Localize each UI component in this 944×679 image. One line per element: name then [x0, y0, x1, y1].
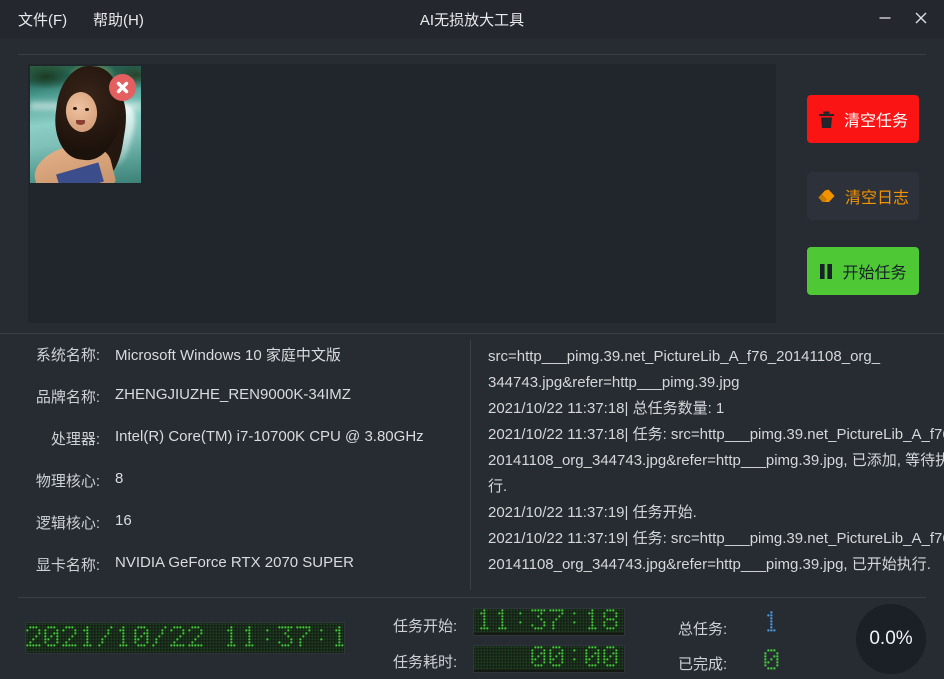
sysinfo-row: 品牌名称: ZHENGJIUZHE_REN9000K-34IMZ — [0, 386, 470, 406]
close-icon — [915, 12, 927, 24]
app-window: 文件(F) 帮助(H) AI无损放大工具 — [0, 0, 944, 679]
sysinfo-row: 逻辑核心: 16 — [0, 512, 470, 532]
clear-log-label: 清空日志 — [845, 184, 909, 208]
task-start-led-display — [473, 608, 625, 636]
clear-log-button[interactable]: 清空日志 — [807, 172, 919, 220]
task-elapsed-label: 任务耗时: — [393, 651, 457, 672]
sysinfo-label: 处理器: — [0, 428, 100, 448]
clear-tasks-label: 清空任务 — [844, 107, 908, 131]
eraser-icon — [817, 188, 836, 205]
log-line: 344743.jpg&refer=http___pimg.39.jpg — [488, 370, 944, 396]
sysinfo-row: 处理器: Intel(R) Core(TM) i7-10700K CPU @ 3.… — [0, 428, 470, 448]
sysinfo-row: 系统名称: Microsoft Windows 10 家庭中文版 — [0, 344, 470, 364]
sysinfo-value: 8 — [115, 470, 123, 490]
status-bar: 任务开始: 任务耗时: 总任务: 已完成: 0.0% — [0, 598, 944, 679]
completed-label: 已完成: — [678, 653, 727, 674]
trash-icon — [818, 110, 835, 129]
remove-task-button[interactable] — [109, 74, 136, 101]
thumbnail-art — [76, 120, 85, 125]
title-bar: 文件(F) 帮助(H) AI无损放大工具 — [0, 0, 944, 38]
sysinfo-value: Intel(R) Core(TM) i7-10700K CPU @ 3.80GH… — [115, 428, 424, 448]
log-line: 20141108_org_344743.jpg&refer=http___pim… — [488, 552, 944, 578]
task-thumbnail[interactable] — [30, 66, 141, 183]
total-tasks-led-value — [764, 611, 782, 634]
completed-led-value — [764, 649, 782, 672]
log-line: 2021/10/22 11:37:19| 任务: src=http___pimg… — [488, 526, 944, 552]
close-icon — [116, 81, 129, 94]
log-line: src=http___pimg.39.net_PictureLib_A_f76_… — [488, 344, 944, 370]
sysinfo-value: Microsoft Windows 10 家庭中文版 — [115, 344, 341, 364]
log-line: 20141108_org_344743.jpg&refer=http___pim… — [488, 448, 944, 474]
task-elapsed-led-display — [473, 645, 625, 673]
sysinfo-row: 显卡名称: NVIDIA GeForce RTX 2070 SUPER — [0, 554, 470, 574]
log-panel[interactable]: src=http___pimg.39.net_PictureLib_A_f76_… — [488, 344, 944, 590]
log-line: 2021/10/22 11:37:18| 任务: src=http___pimg… — [488, 422, 944, 448]
log-separator — [470, 340, 471, 590]
total-tasks-label: 总任务: — [678, 618, 727, 639]
sysinfo-label: 品牌名称: — [0, 386, 100, 406]
titlebar-separator — [18, 54, 926, 55]
sysinfo-row: 物理核心: 8 — [0, 470, 470, 490]
log-line: 2021/10/22 11:37:18| 总任务数量: 1 — [488, 396, 944, 422]
log-line: 2021/10/22 11:37:19| 任务开始. — [488, 500, 944, 526]
clear-tasks-button[interactable]: 清空任务 — [807, 95, 919, 143]
pause-icon — [819, 263, 833, 280]
minimize-button[interactable] — [868, 4, 902, 32]
log-line: 行. — [488, 474, 944, 500]
sysinfo-label: 系统名称: — [0, 344, 100, 364]
sysinfo-label: 逻辑核心: — [0, 512, 100, 532]
task-start-label: 任务开始: — [393, 615, 457, 636]
datetime-led-display — [25, 622, 345, 654]
start-tasks-label: 开始任务 — [842, 259, 906, 283]
sysinfo-label: 物理核心: — [0, 470, 100, 490]
menu-file[interactable]: 文件(F) — [18, 9, 67, 30]
close-button[interactable] — [904, 4, 938, 32]
sysinfo-value: 16 — [115, 512, 132, 532]
sysinfo-value: ZHENGJIUZHE_REN9000K-34IMZ — [115, 386, 351, 406]
thumbnail-art — [73, 107, 77, 110]
progress-value: 0.0% — [869, 628, 912, 650]
thumbnail-art — [85, 108, 89, 111]
sysinfo-label: 显卡名称: — [0, 554, 100, 574]
sysinfo-value: NVIDIA GeForce RTX 2070 SUPER — [115, 554, 354, 574]
task-list-panel[interactable] — [28, 64, 776, 323]
section-separator — [0, 333, 944, 334]
minimize-icon — [879, 12, 891, 24]
menu-help[interactable]: 帮助(H) — [93, 9, 144, 30]
progress-indicator: 0.0% — [856, 604, 926, 674]
start-tasks-button[interactable]: 开始任务 — [807, 247, 919, 295]
system-info-panel: 系统名称: Microsoft Windows 10 家庭中文版 品牌名称: ZHE… — [0, 344, 470, 596]
